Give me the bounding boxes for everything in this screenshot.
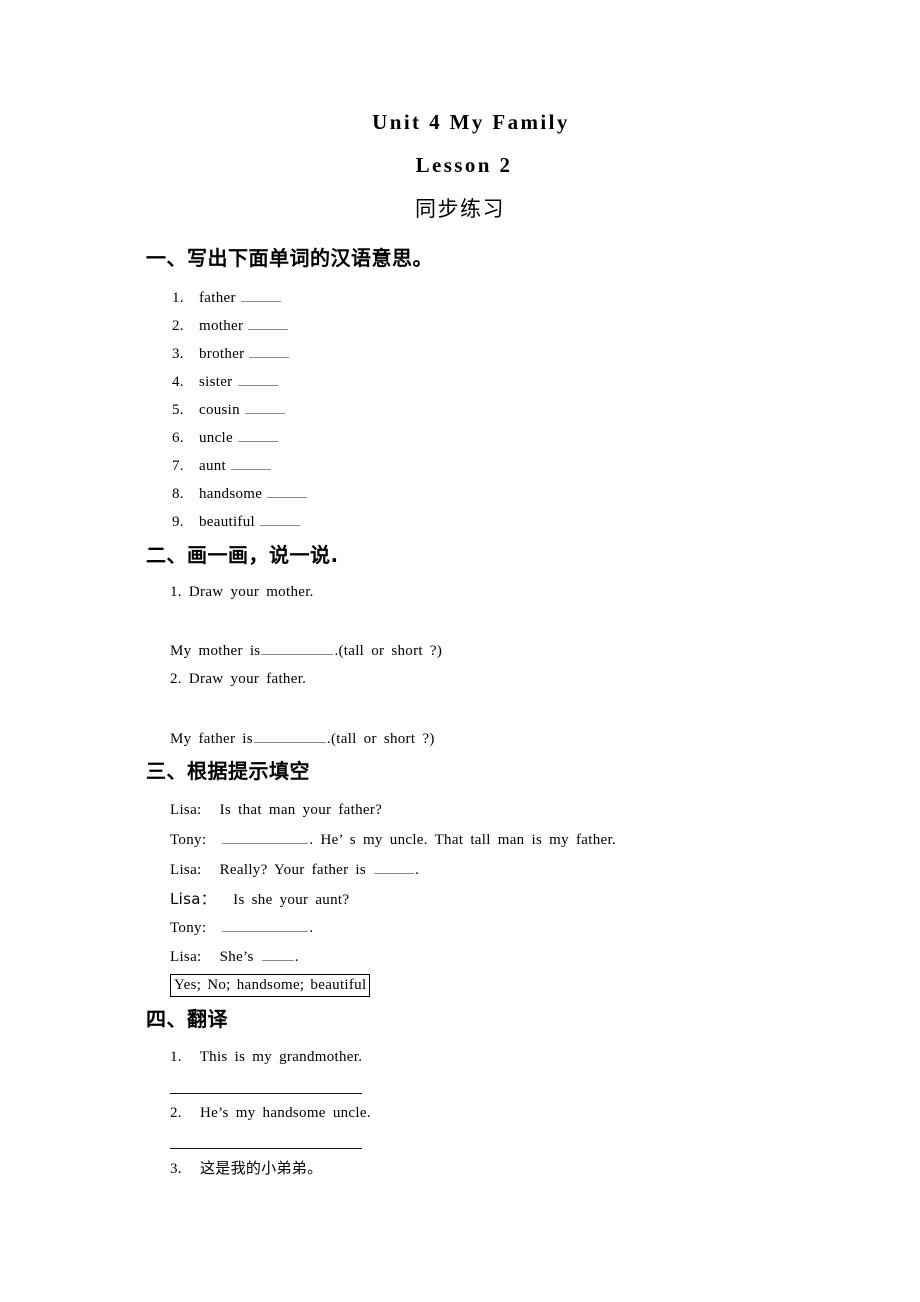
list-item: 3. brother — [172, 344, 290, 364]
translate-item: 3. 这是我的小弟弟。 — [170, 1158, 322, 1179]
sentence-text-after: .(tall or short ?) — [326, 731, 435, 747]
title-block: Unit 4 My Family Lesson 2 同步练习 — [0, 108, 920, 223]
item-word: sister — [198, 374, 233, 390]
item-word: mother — [198, 318, 244, 334]
item-number: 4. — [172, 374, 184, 390]
answer-blank[interactable] — [253, 731, 326, 743]
item-word: aunt — [198, 458, 227, 474]
lesson-subtitle: Lesson 2 — [415, 153, 513, 177]
dialogue-text: . He’ s my uncle. That tall man is my fa… — [309, 832, 616, 848]
item-number: 1. — [172, 290, 184, 306]
translate-text: This is my grandmother. — [199, 1049, 363, 1065]
item-number: 2. — [170, 1105, 182, 1121]
dialogue-speaker: Lisa： — [170, 890, 217, 908]
dialogue-text: . — [309, 920, 314, 936]
item-word: brother — [198, 346, 245, 362]
list-item: 4. sister — [172, 372, 279, 392]
dialogue-text: Is that man your father? — [219, 802, 383, 818]
item-number: 6. — [172, 430, 184, 446]
answer-blank[interactable] — [261, 949, 294, 961]
dialogue-line: Lisa: Really? Your father is . — [170, 860, 419, 880]
dialogue-line: Tony: . He’ s my uncle. That tall man is… — [170, 830, 616, 850]
answer-blank[interactable] — [245, 402, 286, 414]
translate-item: 2. He’s my handsome uncle. — [170, 1103, 371, 1123]
worksheet-page: Unit 4 My Family Lesson 2 同步练习 一、写出下面单词的… — [0, 0, 920, 1302]
sentence-with-blank: My father is .(tall or short ?) — [170, 729, 435, 749]
dialogue-text-after: . — [294, 949, 299, 965]
list-item: 7. aunt — [172, 456, 272, 476]
answer-blank[interactable] — [261, 643, 334, 655]
exercise-subtitle: 同步练习 — [415, 197, 505, 221]
dialogue-line: Lisa: Is that man your father? — [170, 800, 382, 820]
section-heading-1: 一、写出下面单词的汉语意思。 — [146, 246, 433, 270]
page-title: Unit 4 My Family — [372, 110, 570, 134]
dialogue-text: Really? Your father is — [219, 862, 367, 878]
item-number: 3. — [170, 1161, 182, 1177]
translate-text: He’s my handsome uncle. — [199, 1105, 371, 1121]
list-item: 5. cousin — [172, 400, 286, 420]
dialogue-text: Is she your aunt? — [233, 892, 350, 908]
item-word: beautiful — [198, 514, 255, 530]
dialogue-text-after: . — [415, 862, 420, 878]
translate-text: 这是我的小弟弟。 — [199, 1159, 323, 1177]
answer-rule[interactable] — [170, 1148, 362, 1149]
draw-prompt: 1. Draw your mother. — [170, 584, 314, 600]
item-word: cousin — [198, 402, 240, 418]
sentence-text-after: .(tall or short ?) — [334, 643, 443, 659]
item-number: 5. — [172, 402, 184, 418]
translate-item: 1. This is my grandmother. — [170, 1047, 362, 1067]
dialogue-line: Tony: . — [170, 918, 313, 938]
list-item: 2. mother — [172, 316, 289, 336]
sentence-text-before: My father is — [170, 731, 253, 747]
answer-blank[interactable] — [238, 430, 279, 442]
dialogue-line: Lisa： Is she your aunt? — [170, 889, 349, 910]
section-heading-2: 二、画一画，说一说. — [146, 543, 339, 567]
dialogue-speaker: Tony: — [170, 920, 207, 936]
dialogue-text: She’s — [219, 949, 254, 965]
item-number: 9. — [172, 514, 184, 530]
sentence-with-blank: My mother is .(tall or short ?) — [170, 641, 442, 661]
answer-blank[interactable] — [249, 346, 290, 358]
item-word: father — [198, 290, 236, 306]
dialogue-speaker: Lisa: — [170, 802, 202, 818]
item-number: 2. — [172, 318, 184, 334]
dialogue-speaker: Tony: — [170, 832, 207, 848]
answer-blank[interactable] — [374, 862, 415, 874]
dialogue-line: Lisa: She’s . — [170, 947, 299, 967]
item-number: 8. — [172, 486, 184, 502]
item-number: 7. — [172, 458, 184, 474]
answer-blank[interactable] — [248, 318, 289, 330]
item-number: 1. — [170, 1049, 182, 1065]
section-heading-4: 四、翻译 — [146, 1007, 228, 1031]
answer-blank[interactable] — [237, 374, 278, 386]
answer-blank[interactable] — [267, 486, 308, 498]
answer-blank[interactable] — [231, 458, 272, 470]
item-word: uncle — [198, 430, 233, 446]
list-item: 8. handsome — [172, 484, 308, 504]
section-heading-3: 三、根据提示填空 — [146, 759, 310, 783]
answer-bank-box: Yes; No; handsome; beautiful — [170, 974, 371, 997]
draw-prompt: 2. Draw your father. — [170, 671, 307, 687]
answer-blank[interactable] — [260, 514, 301, 526]
answer-blank[interactable] — [222, 832, 309, 844]
dialogue-speaker: Lisa: — [170, 862, 202, 878]
list-item: 6. uncle — [172, 428, 279, 448]
sentence-text-before: My mother is — [170, 643, 261, 659]
answer-blank[interactable] — [222, 920, 309, 932]
list-item: 9. beautiful — [172, 512, 301, 532]
item-number: 3. — [172, 346, 184, 362]
item-word: handsome — [198, 486, 263, 502]
answer-blank[interactable] — [240, 290, 281, 302]
dialogue-speaker: Lisa: — [170, 949, 202, 965]
list-item: 1. father — [172, 288, 282, 308]
answer-rule[interactable] — [170, 1093, 362, 1094]
